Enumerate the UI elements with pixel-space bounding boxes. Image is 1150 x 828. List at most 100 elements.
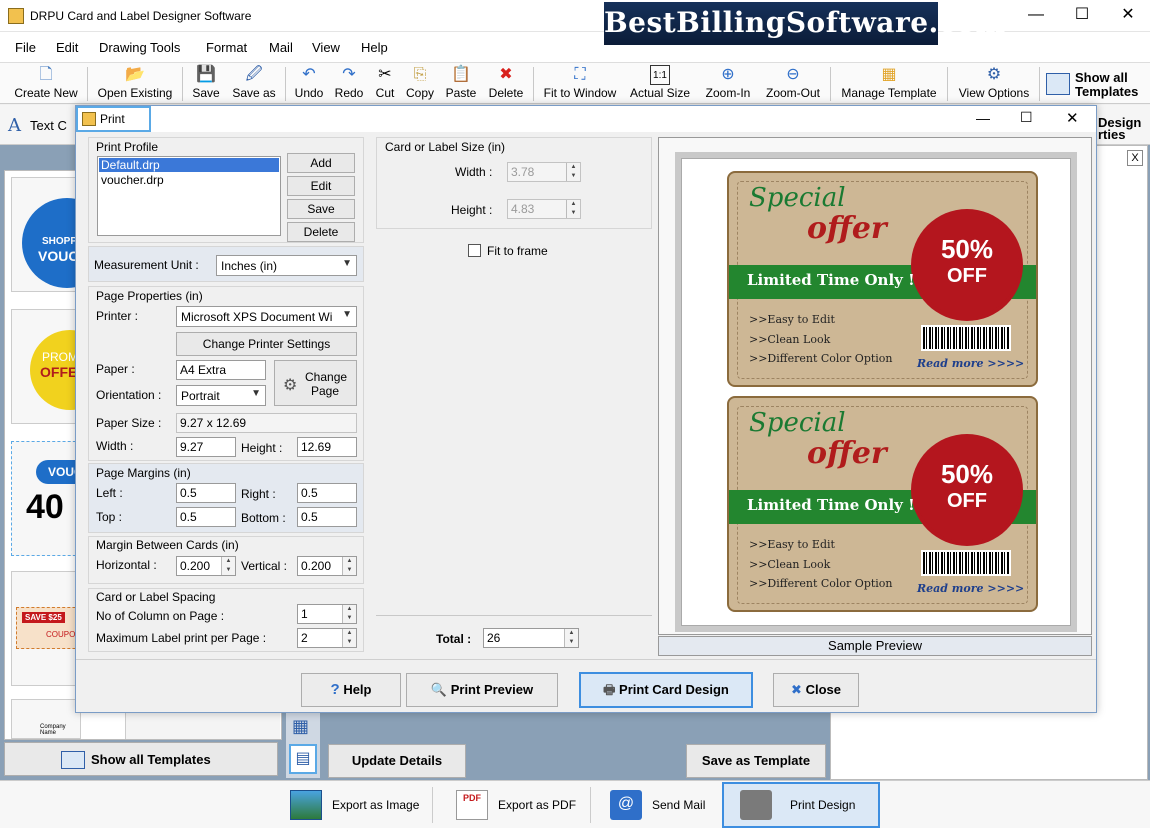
menu-edit[interactable]: Edit [56,40,78,55]
card-offer-text: offer [807,436,887,471]
menu-drawing-tools[interactable]: Drawing Tools [99,40,180,55]
card-percent-text: 50% [940,459,994,489]
redo-icon: ↷ [342,66,356,83]
show-all-templates-toolbar-button[interactable]: Show all Templates [1044,69,1148,101]
printer-select[interactable]: Microsoft XPS Document Wi ▼ [176,306,357,327]
save-as-button[interactable]: 🖉 Save as [228,65,280,103]
save-as-template-button[interactable]: Save as Template [686,744,826,778]
copy-button[interactable]: ⎘ Copy [403,65,437,103]
show-all-templates-button[interactable]: Show all Templates [4,742,278,776]
paper-field[interactable]: A4 Extra [176,360,266,380]
spinner-arrows-icon[interactable]: ▲ ▼ [342,557,356,575]
dialog-maximize-button[interactable]: ☐ [1020,109,1033,126]
card-special-text: Special [749,408,846,438]
total-stepper[interactable]: 26 ▲ ▼ [483,628,579,648]
maximize-button[interactable]: ☐ [1059,0,1105,32]
columns-stepper[interactable]: 1 ▲ ▼ [297,604,357,624]
change-page-button[interactable]: ⚙ Change Page [274,360,357,406]
change-page-label: Change [305,370,348,384]
print-design-button[interactable]: Print Design [722,782,880,828]
open-existing-button[interactable]: 📂 Open Existing [92,65,178,103]
actual-size-button[interactable]: 1:1 Actual Size [626,65,694,103]
redo-button[interactable]: ↷ Redo [331,65,367,103]
view-options-button[interactable]: ⚙ View Options [954,65,1034,103]
page-margins-group: Page Margins (in) Left : 0.5 Right : 0.5… [88,463,364,533]
show-all-label: Show all [1075,70,1128,85]
profile-delete-button[interactable]: Delete [287,222,355,242]
create-new-button[interactable]: 🗋 Create New [8,65,84,103]
print-preview-button[interactable]: 🔍 Print Preview [406,673,558,707]
template-thumbnail[interactable]: Company Name [11,699,81,739]
fit-to-frame-checkbox[interactable] [468,244,481,257]
page-height-field[interactable]: 12.69 [297,437,357,457]
profile-edit-button[interactable]: Edit [287,176,355,196]
fit-to-window-button[interactable]: ⛶ Fit to Window [538,65,622,103]
minimize-button[interactable]: — [1013,0,1059,32]
orientation-label: Orientation : [96,388,162,402]
orientation-select[interactable]: Portrait ▼ [176,385,266,406]
profile-list-item[interactable]: voucher.drp [99,173,279,187]
close-button[interactable]: ✖ Close [773,673,859,707]
change-printer-settings-button[interactable]: Change Printer Settings [176,332,357,356]
zoom-in-button[interactable]: ⊕ Zoom-In [700,65,756,103]
undo-button[interactable]: ↶ Undo [290,65,328,103]
template-thumbnail[interactable]: SHOPP VOUC [11,177,81,292]
bottom-margin-field[interactable]: 0.5 [297,507,357,527]
close-window-button[interactable]: ✕ [1105,0,1150,32]
list-view-icon[interactable]: ▤ [289,744,317,774]
spinner-arrows-icon[interactable]: ▲ ▼ [342,629,356,647]
spinner-arrows-icon[interactable]: ▲ ▼ [221,557,235,575]
measurement-unit-select[interactable]: Inches (in) ▼ [216,255,357,276]
send-mail-button[interactable]: @ Send Mail [598,784,718,826]
panel-close-button[interactable]: X [1127,150,1143,166]
measurement-unit-label: Measurement Unit : [94,258,199,272]
print-card-design-button[interactable]: 🖶 Print Card Design [579,672,753,708]
menu-view[interactable]: View [312,40,340,55]
card-percent-text: 50% [940,234,994,264]
profile-save-button[interactable]: Save [287,199,355,219]
dialog-minimize-button[interactable]: — [976,110,990,126]
help-button[interactable]: ? Help [301,673,401,707]
view-mode-strip: ▦ ▤ [286,712,320,778]
template-thumbnail[interactable]: SAVE $25 COUPON [11,571,81,686]
profile-add-button[interactable]: Add [287,153,355,173]
save-as-label: Save as [232,86,276,100]
export-pdf-button[interactable]: PDF Export as PDF [444,784,584,826]
right-margin-field[interactable]: 0.5 [297,483,357,503]
delete-button[interactable]: ✖ Delete [485,65,527,103]
dialog-close-button[interactable]: ✕ [1066,109,1079,127]
menu-file[interactable]: File [15,40,36,55]
folder-open-icon: 📂 [125,66,145,83]
barcode-image [921,325,1011,351]
page-width-field[interactable]: 9.27 [176,437,236,457]
menu-mail[interactable]: Mail [269,40,293,55]
spinner-arrows-icon[interactable]: ▲ ▼ [564,629,578,647]
template-thumbnail[interactable]: PROM OFFE [11,309,81,424]
top-margin-field[interactable]: 0.5 [176,507,236,527]
grid-view-icon[interactable]: ▦ [292,716,309,737]
manage-template-button[interactable]: ▦ Manage Template [836,65,942,103]
update-details-button[interactable]: Update Details [328,744,466,778]
card-width-label: Width : [455,165,493,179]
print-card-design-label: Print Card Design [619,682,729,697]
spinner-arrows-icon[interactable]: ▲ ▼ [342,605,356,623]
max-labels-stepper[interactable]: 2 ▲ ▼ [297,628,357,648]
paste-button[interactable]: 📋 Paste [443,65,479,103]
text-tab-label[interactable]: Text C [30,118,67,133]
save-button[interactable]: 💾 Save [186,65,226,103]
menu-help[interactable]: Help [361,40,388,55]
profile-list[interactable]: Default.drp voucher.drp [97,156,281,236]
export-image-button[interactable]: Export as Image [278,784,428,826]
horizontal-margin-stepper[interactable]: 0.200 ▲ ▼ [176,556,236,576]
template-thumbnail[interactable]: VOUC 40 [11,441,81,556]
toolbar-divider [830,67,831,101]
zoom-in-label: Zoom-In [705,86,751,100]
zoom-out-button[interactable]: ⊖ Zoom-Out [762,65,824,103]
left-margin-field[interactable]: 0.5 [176,483,236,503]
save-as-icon: 🖉 [245,66,263,83]
total-label: Total : [436,632,472,646]
vertical-margin-stepper[interactable]: 0.200 ▲ ▼ [297,556,357,576]
menu-format[interactable]: Format [206,40,247,55]
cut-button[interactable]: ✂ Cut [370,65,400,103]
profile-list-item[interactable]: Default.drp [99,158,279,172]
